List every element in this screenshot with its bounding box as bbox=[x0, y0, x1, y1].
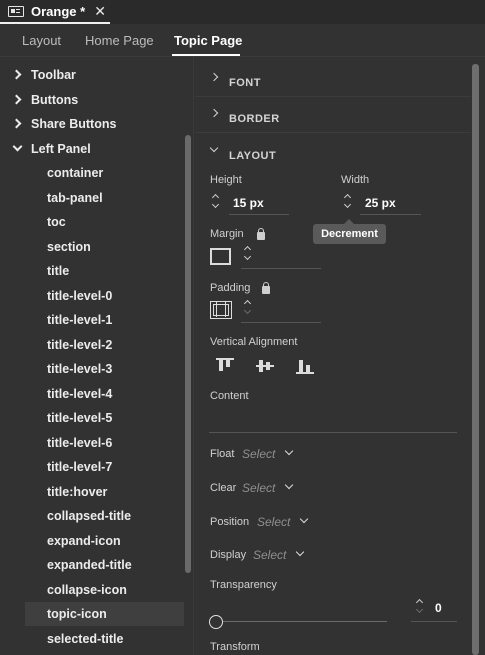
align-top-icon[interactable] bbox=[216, 358, 234, 374]
margin-box-icon[interactable] bbox=[210, 248, 231, 265]
position-select[interactable]: Select bbox=[257, 515, 290, 529]
width-value[interactable]: 25 px bbox=[365, 196, 396, 210]
tree-item-expanded-title[interactable]: expanded-title bbox=[0, 553, 184, 577]
tab-topic-page[interactable]: Topic Page bbox=[174, 33, 242, 48]
tree-item-title-level-2[interactable]: title-level-2 bbox=[0, 333, 184, 357]
chevron-down-icon[interactable] bbox=[301, 516, 309, 524]
decrement-icon[interactable] bbox=[343, 200, 352, 209]
clear-label: Clear bbox=[210, 482, 237, 494]
transparency-label: Transparency bbox=[210, 579, 277, 591]
document-tab[interactable]: Orange * ✕ bbox=[0, 0, 110, 24]
properties-panel: FONT BORDER LAYOUT bbox=[195, 57, 485, 655]
float-select[interactable]: Select bbox=[242, 447, 275, 461]
float-label: Float bbox=[210, 448, 235, 460]
decrement-icon[interactable] bbox=[415, 605, 424, 614]
transparency-value[interactable]: 0 bbox=[435, 601, 442, 615]
height-label: Height bbox=[210, 174, 242, 186]
align-bottom-icon[interactable] bbox=[296, 358, 314, 374]
lock-icon[interactable] bbox=[262, 282, 270, 294]
section-border-header[interactable]: BORDER bbox=[195, 97, 471, 133]
tree-item-container[interactable]: container bbox=[0, 161, 184, 185]
section-layout-header[interactable]: LAYOUT bbox=[195, 134, 471, 170]
chevron-down-icon[interactable] bbox=[13, 145, 21, 153]
chevron-right-icon[interactable] bbox=[13, 96, 21, 104]
margin-stepper[interactable] bbox=[243, 244, 253, 264]
tree-item-title[interactable]: title bbox=[0, 259, 184, 283]
decrement-icon[interactable] bbox=[243, 252, 252, 261]
tab-home-page[interactable]: Home Page bbox=[85, 33, 154, 48]
padding-label: Padding bbox=[210, 282, 251, 294]
height-value[interactable]: 15 px bbox=[233, 196, 264, 210]
tree-item-collapse-icon[interactable]: collapse-icon bbox=[0, 578, 184, 602]
page-tab-bar: Layout Home Page Topic Page bbox=[0, 24, 485, 57]
tree-item-collapsed-title[interactable]: collapsed-title bbox=[0, 504, 184, 528]
padding-stepper[interactable] bbox=[243, 298, 253, 318]
lock-icon[interactable] bbox=[257, 228, 265, 240]
tree-item-title-level-4[interactable]: title-level-4 bbox=[0, 382, 184, 406]
content-field-underline[interactable] bbox=[209, 432, 457, 433]
display-select[interactable]: Select bbox=[253, 548, 286, 562]
chevron-right-icon bbox=[211, 110, 219, 118]
close-icon[interactable]: ✕ bbox=[94, 3, 106, 20]
transparency-slider-track[interactable] bbox=[222, 621, 387, 622]
tree-item-share-buttons[interactable]: Share Buttons bbox=[0, 112, 184, 136]
transparency-field-underline bbox=[411, 621, 457, 622]
tree-item-toc[interactable]: toc bbox=[0, 210, 184, 234]
document-title: Orange * bbox=[31, 3, 86, 19]
transform-label: Transform bbox=[210, 641, 260, 653]
content-label: Content bbox=[210, 390, 249, 402]
decrement-tooltip: Decrement bbox=[313, 219, 386, 244]
chevron-down-icon[interactable] bbox=[286, 448, 294, 456]
clear-select[interactable]: Select bbox=[242, 481, 275, 495]
tree-item-selected-title[interactable]: selected-title bbox=[0, 627, 184, 651]
chevron-right-icon[interactable] bbox=[13, 71, 21, 79]
align-middle-icon[interactable] bbox=[256, 358, 274, 374]
window-icon bbox=[8, 5, 24, 17]
section-font-header[interactable]: FONT bbox=[195, 61, 471, 97]
tree-item-expand-icon[interactable]: expand-icon bbox=[0, 529, 184, 553]
chevron-down-icon bbox=[211, 147, 219, 155]
width-label: Width bbox=[341, 174, 370, 186]
tree-scrollbar[interactable] bbox=[185, 135, 191, 573]
tree-item-topic-icon[interactable]: topic-icon bbox=[25, 602, 184, 626]
tree-item-toolbar[interactable]: Toolbar bbox=[0, 63, 184, 87]
tree-item-section[interactable]: section bbox=[0, 235, 184, 259]
tree-item-title-level-1[interactable]: title-level-1 bbox=[0, 308, 184, 332]
tree-item-title-level-7[interactable]: title-level-7 bbox=[0, 455, 184, 479]
properties-scrollbar[interactable] bbox=[472, 64, 479, 655]
width-field-underline bbox=[360, 214, 421, 215]
width-stepper[interactable] bbox=[343, 192, 353, 212]
decrement-icon[interactable] bbox=[243, 306, 252, 315]
margin-field-underline bbox=[241, 268, 321, 269]
tree-item-buttons[interactable]: Buttons bbox=[0, 88, 184, 112]
tree-item-title-level-5[interactable]: title-level-5 bbox=[0, 406, 184, 430]
tab-layout[interactable]: Layout bbox=[22, 33, 61, 48]
vertical-alignment-label: Vertical Alignment bbox=[210, 336, 298, 348]
padding-box-icon[interactable] bbox=[210, 301, 232, 319]
tree-item-title-level-6[interactable]: title-level-6 bbox=[0, 431, 184, 455]
position-label: Position bbox=[210, 516, 250, 528]
height-field-underline bbox=[229, 214, 289, 215]
active-tab-indicator bbox=[172, 54, 240, 56]
chevron-right-icon[interactable] bbox=[13, 120, 21, 128]
display-label: Display bbox=[210, 549, 247, 561]
chevron-down-icon[interactable] bbox=[286, 482, 294, 490]
tree-item-title-level-0[interactable]: title-level-0 bbox=[0, 284, 184, 308]
tree-item-title-hover[interactable]: title:hover bbox=[0, 480, 184, 504]
margin-label: Margin bbox=[210, 228, 244, 240]
tree-item-tab-panel[interactable]: tab-panel bbox=[0, 186, 184, 210]
tree-item-title-level-3[interactable]: title-level-3 bbox=[0, 357, 184, 381]
chevron-right-icon bbox=[211, 74, 219, 82]
transparency-slider-thumb[interactable] bbox=[209, 615, 223, 629]
decrement-icon[interactable] bbox=[211, 200, 220, 209]
transparency-stepper[interactable] bbox=[415, 597, 425, 617]
height-stepper[interactable] bbox=[211, 192, 221, 212]
padding-field-underline bbox=[241, 322, 321, 323]
chevron-down-icon[interactable] bbox=[297, 549, 305, 557]
tree-item-left-panel[interactable]: Left Panel bbox=[0, 137, 184, 161]
